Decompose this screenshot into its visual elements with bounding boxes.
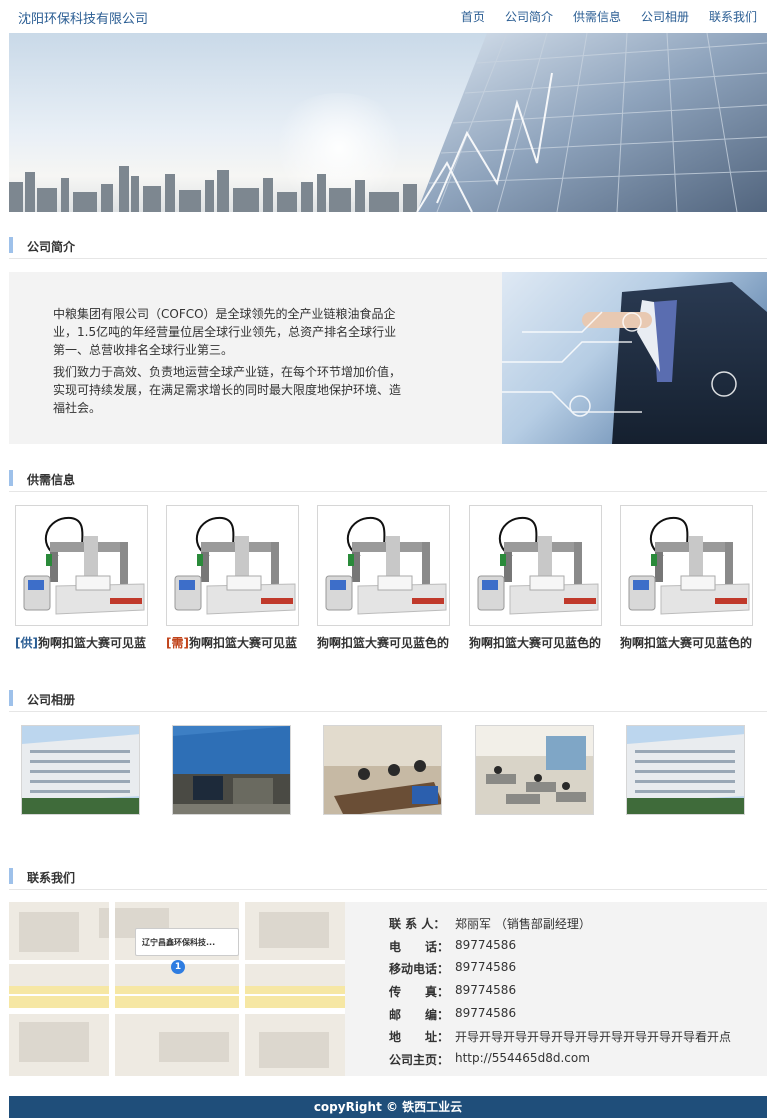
product-title[interactable]: [需]狗啊扣篮大赛可见蓝: [166, 634, 306, 651]
dispensing-robot-image[interactable]: [15, 505, 148, 626]
contact-row-mobile: 移动电话： 89774586: [389, 960, 759, 983]
contact-label: 移动电话：: [389, 962, 450, 977]
contact-value: 89774586: [455, 937, 517, 952]
nav-home[interactable]: 首页: [461, 8, 485, 25]
about-paragraph-1: 中粮集团有限公司（COFCO）是全球领先的全产业链粮油食品企业，1.5亿吨的年经…: [53, 307, 397, 357]
product-list: [供]狗啊扣篮大赛可见蓝 [需]狗啊扣篮大赛可见蓝 狗啊扣篮大赛可见蓝色的 狗啊…: [15, 505, 767, 655]
main-nav: 首页 公司简介 供需信息 公司相册 联系我们: [461, 8, 757, 25]
section-accent-bar: [9, 237, 13, 253]
product-card[interactable]: [供]狗啊扣篮大赛可见蓝: [15, 505, 148, 651]
dispensing-robot-image[interactable]: [317, 505, 450, 626]
section-header-about: 公司简介: [9, 233, 767, 259]
about-panel: 中粮集团有限公司（COFCO）是全球领先的全产业链粮油食品企业，1.5亿吨的年经…: [9, 272, 767, 444]
photo-album: [21, 725, 767, 815]
album-photo-office[interactable]: [475, 725, 594, 815]
contact-panel: 辽宁昌鑫环保科技... 1 联 系 人： 郑丽军 （销售部副经理） 电 话： 8…: [9, 902, 767, 1076]
contact-value: 89774586: [455, 983, 517, 998]
section-title-about: 公司简介: [27, 240, 76, 254]
map-pin-icon[interactable]: 1: [171, 960, 185, 974]
contact-row-postcode: 邮 编： 89774586: [389, 1006, 759, 1029]
location-map[interactable]: 辽宁昌鑫环保科技... 1: [9, 902, 345, 1076]
contact-label: 传 真：: [389, 985, 450, 1000]
product-title[interactable]: 狗啊扣篮大赛可见蓝色的: [317, 634, 457, 651]
product-card[interactable]: 狗啊扣篮大赛可见蓝色的: [469, 505, 602, 651]
album-photo-building[interactable]: [626, 725, 745, 815]
contact-label: 邮 编：: [389, 1007, 450, 1022]
section-title-supply: 供需信息: [27, 473, 76, 487]
contact-website-link[interactable]: http://554465d8d.com: [455, 1051, 590, 1065]
contact-label: 公司主页：: [389, 1053, 450, 1068]
site-brand[interactable]: 沈阳环保科技有限公司: [18, 8, 148, 27]
product-title-text: 狗啊扣篮大赛可见蓝: [37, 636, 146, 650]
contact-row-phone: 电 话： 89774586: [389, 938, 759, 961]
album-photo-meeting[interactable]: [323, 725, 442, 815]
product-title[interactable]: 狗啊扣篮大赛可见蓝色的: [620, 634, 760, 651]
contact-label: 地 址：: [389, 1030, 450, 1045]
section-title-album: 公司相册: [27, 693, 76, 707]
contact-info: 联 系 人： 郑丽军 （销售部副经理） 电 话： 89774586 移动电话： …: [389, 915, 759, 1074]
nav-about[interactable]: 公司简介: [505, 8, 553, 25]
site-header: 沈阳环保科技有限公司 首页 公司简介 供需信息 公司相册 联系我们: [0, 0, 777, 33]
about-paragraph-2: 我们致力于高效、负责地运营全球产业链，在每个环节增加价值，实现可持续发展，在满足…: [53, 365, 402, 415]
product-card[interactable]: 狗啊扣篮大赛可见蓝色的: [317, 505, 450, 651]
section-accent-bar: [9, 868, 13, 884]
contact-value: 89774586: [455, 960, 517, 975]
album-photo-warehouse[interactable]: [172, 725, 291, 815]
about-business-photo: [502, 272, 767, 444]
section-accent-bar: [9, 470, 13, 486]
site-footer: copyRight © 铁西工业云: [9, 1096, 767, 1118]
nav-album[interactable]: 公司相册: [641, 8, 689, 25]
contact-row-fax: 传 真： 89774586: [389, 983, 759, 1006]
product-title[interactable]: [供]狗啊扣篮大赛可见蓝: [15, 634, 155, 651]
contact-row-address: 地 址： 开导开导开导开导开导开导开导开导开导开导看开点: [389, 1028, 759, 1051]
map-location-label[interactable]: 辽宁昌鑫环保科技...: [135, 928, 239, 956]
nav-contact[interactable]: 联系我们: [709, 8, 757, 25]
contact-value: 郑丽军 （销售部副经理）: [455, 917, 591, 931]
supply-tag: [供]: [15, 636, 38, 650]
glass-tower-image: [416, 33, 767, 212]
dispensing-robot-image[interactable]: [166, 505, 299, 626]
contact-value: 89774586: [455, 1005, 517, 1020]
album-photo-building[interactable]: [21, 725, 140, 815]
demand-tag: [需]: [166, 636, 189, 650]
section-header-supply: 供需信息: [9, 466, 767, 492]
dispensing-robot-image[interactable]: [620, 505, 753, 626]
city-skyline-image: [9, 166, 417, 212]
contact-row-person: 联 系 人： 郑丽军 （销售部副经理）: [389, 915, 759, 938]
product-card[interactable]: [需]狗啊扣篮大赛可见蓝: [166, 505, 299, 651]
contact-row-website: 公司主页： http://554465d8d.com: [389, 1051, 759, 1074]
product-title[interactable]: 狗啊扣篮大赛可见蓝色的: [469, 634, 609, 651]
section-accent-bar: [9, 690, 13, 706]
contact-label: 联 系 人：: [389, 917, 446, 931]
section-header-contact: 联系我们: [9, 864, 767, 890]
contact-label: 电 话：: [389, 939, 450, 954]
copyright-text: copyRight © 铁西工业云: [313, 1100, 463, 1114]
product-title-text: 狗啊扣篮大赛可见蓝: [188, 636, 297, 650]
section-title-contact: 联系我们: [27, 871, 76, 885]
hero-banner: [9, 33, 767, 212]
contact-value: 开导开导开导开导开导开导开导开导开导开导看开点: [455, 1030, 732, 1045]
dispensing-robot-image[interactable]: [469, 505, 602, 626]
nav-supply[interactable]: 供需信息: [573, 8, 621, 25]
section-header-album: 公司相册: [9, 686, 767, 712]
product-card[interactable]: 狗啊扣篮大赛可见蓝色的: [620, 505, 753, 651]
